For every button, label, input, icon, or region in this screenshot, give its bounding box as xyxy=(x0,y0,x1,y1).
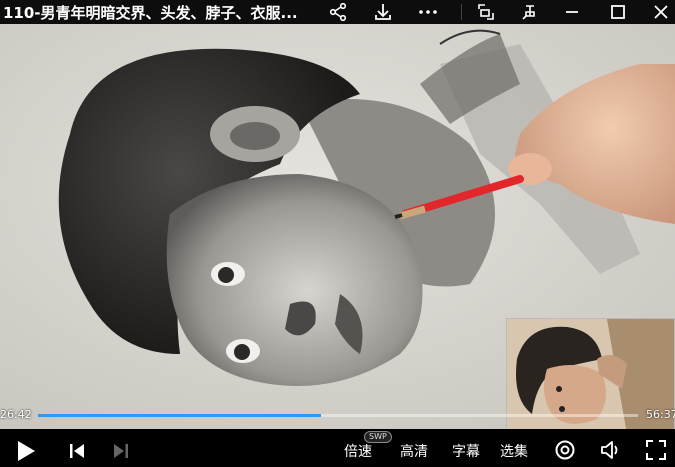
settings-icon[interactable] xyxy=(553,438,577,462)
current-time: 26:42 xyxy=(0,408,32,421)
progress-bar[interactable] xyxy=(38,414,638,417)
minimize-icon[interactable] xyxy=(558,0,586,24)
pin-icon[interactable] xyxy=(516,0,544,24)
total-time: 56:37 xyxy=(646,408,675,421)
progress-fill xyxy=(38,414,321,417)
episodes-button[interactable]: 选集 xyxy=(500,441,528,461)
close-icon[interactable] xyxy=(647,0,675,24)
maximize-icon[interactable] xyxy=(604,0,632,24)
previous-icon[interactable] xyxy=(66,441,88,461)
subtitle-button[interactable]: 字幕 xyxy=(452,441,480,461)
video-frame[interactable] xyxy=(0,24,675,429)
fullscreen-icon[interactable] xyxy=(644,438,668,462)
download-icon[interactable] xyxy=(369,0,397,24)
more-icon[interactable] xyxy=(414,0,442,24)
speed-button[interactable]: 倍速 xyxy=(344,441,372,461)
share-icon[interactable] xyxy=(324,0,352,24)
quality-button[interactable]: 高清 xyxy=(400,441,428,461)
title-divider xyxy=(461,4,462,20)
next-icon[interactable] xyxy=(110,441,132,461)
volume-icon[interactable] xyxy=(599,438,623,462)
window-title: 110-男青年明暗交界、头发、脖子、衣服... xyxy=(3,4,298,22)
title-bar: 110-男青年明暗交界、头发、脖子、衣服... xyxy=(0,0,675,24)
play-icon[interactable] xyxy=(14,439,38,463)
pip-icon[interactable] xyxy=(472,0,500,24)
